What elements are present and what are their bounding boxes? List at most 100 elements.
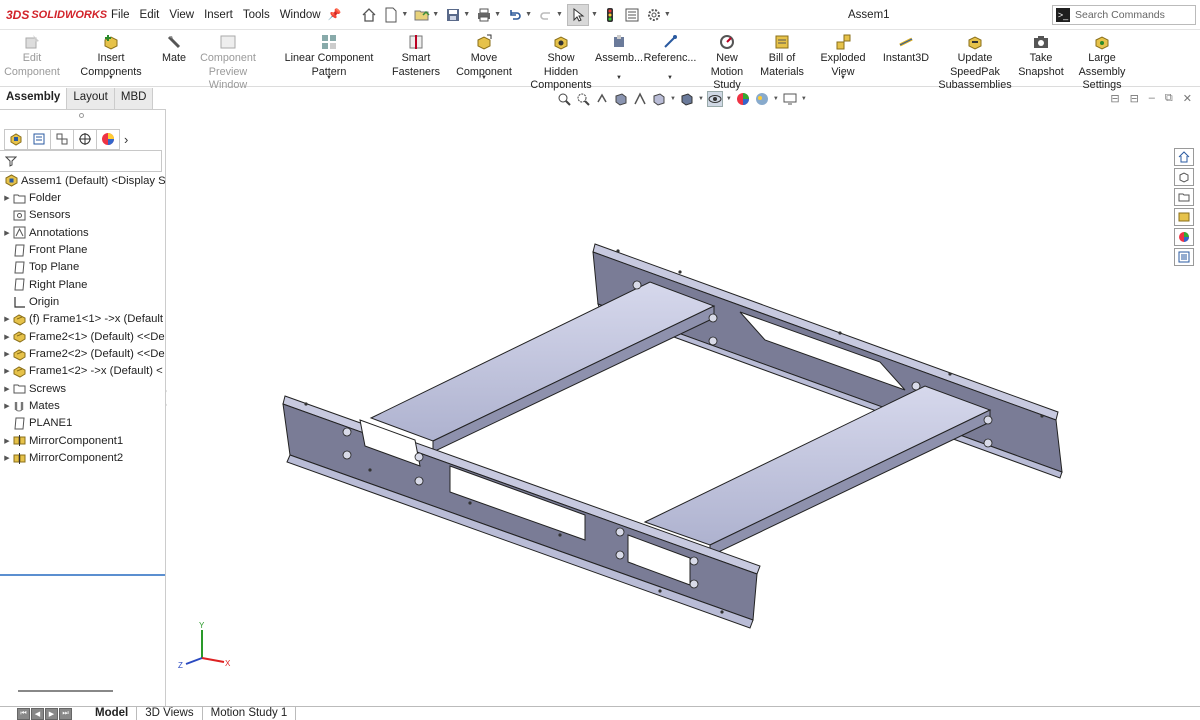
update-speedpak-button[interactable]: Update SpeedPak Subassemblies (932, 31, 1018, 91)
chevron-down-icon[interactable]: ▼ (698, 96, 704, 102)
chevron-down-icon[interactable]: ▼ (801, 96, 807, 102)
display-style-button[interactable] (679, 91, 695, 107)
tree-item[interactable]: ▶ Frame2<1> (Default) <<De (0, 328, 166, 345)
expand-arrow-icon[interactable]: ▶ (2, 333, 12, 341)
tree-item[interactable]: ▶ Frame2<2> (Default) <<De (0, 345, 166, 362)
undo-button[interactable]: ▼ (505, 4, 534, 26)
search-commands-box[interactable]: >_ Search Commands (1052, 5, 1196, 25)
tree-item[interactable]: Sensors (0, 207, 166, 224)
tree-item[interactable]: ▶ Annotations (0, 224, 166, 241)
view-settings-button[interactable] (782, 91, 798, 107)
hide-show-items-button[interactable] (706, 91, 723, 107)
tree-item[interactable]: ▶ MirrorComponent1 (0, 432, 166, 449)
task-pane-design-library[interactable] (1174, 188, 1194, 206)
show-hidden-button[interactable]: Show Hidden Components (528, 31, 594, 91)
menu-insert[interactable]: Insert (199, 9, 238, 21)
tree-item[interactable]: Front Plane (0, 241, 166, 258)
last-tab-icon[interactable]: ⏭ (59, 707, 72, 720)
rollback-bar[interactable] (0, 574, 165, 576)
tree-item[interactable]: ▶ Folder (0, 189, 166, 206)
select-button[interactable] (566, 3, 589, 26)
view-orientation-button[interactable] (651, 91, 667, 107)
expand-arrow-icon[interactable]: ▶ (2, 315, 12, 323)
task-pane-appearances[interactable] (1174, 228, 1194, 246)
section-view-button[interactable] (613, 91, 629, 107)
panel-grip-handle[interactable] (79, 113, 84, 118)
cross-beam-left[interactable] (369, 281, 716, 453)
large-assembly-settings-button[interactable]: Large Assembly Settings (1064, 31, 1140, 91)
display-manager-tab[interactable] (96, 128, 120, 150)
assembly-model[interactable] (167, 110, 1200, 706)
linear-pattern-button[interactable]: Linear Component Pattern ▼ (266, 31, 392, 86)
chevron-down-icon[interactable]: ▼ (773, 96, 779, 102)
pin-icon[interactable]: 📌 (328, 8, 342, 21)
tree-item[interactable]: ▶ Frame1<2> ->x (Default) < (0, 363, 166, 380)
restore-icon[interactable]: ⧉ (1165, 92, 1173, 105)
tab-model[interactable]: Model (87, 707, 136, 720)
previous-view-button[interactable] (594, 91, 610, 107)
chevron-right-icon[interactable]: › (124, 132, 128, 147)
chevron-down-icon[interactable]: ▼ (726, 96, 732, 102)
edit-component-button[interactable]: Edit Component (0, 31, 64, 86)
reference-geometry-button[interactable]: Referenc... ▼ (644, 31, 696, 86)
smart-fasteners-button[interactable]: Smart Fasteners (392, 31, 440, 86)
prev-tab-icon[interactable]: ◀ (31, 707, 44, 720)
menu-view[interactable]: View (164, 9, 199, 21)
rebuild-button[interactable] (600, 4, 620, 26)
save-button[interactable]: ▼ (443, 4, 472, 26)
exploded-view-button[interactable]: Exploded View ▼ (806, 31, 880, 86)
split-view-icon[interactable]: ⊟ (1110, 92, 1119, 105)
split-view-icon[interactable]: ⊟ (1130, 92, 1139, 105)
menu-tools[interactable]: Tools (238, 9, 275, 21)
bill-of-materials-button[interactable]: Bill of Materials (758, 31, 806, 86)
component-preview-button[interactable]: Component Preview Window (190, 31, 266, 91)
chevron-down-icon[interactable]: ▼ (667, 72, 673, 86)
minimize-icon[interactable]: – (1149, 92, 1155, 105)
dimxpert-manager-tab[interactable] (73, 128, 97, 150)
move-component-button[interactable]: Move Component ▼ (440, 31, 528, 86)
task-pane-file-explorer[interactable] (1174, 208, 1194, 226)
print-button[interactable]: ▼ (474, 4, 503, 26)
tree-filter[interactable] (0, 150, 162, 172)
new-motion-study-button[interactable]: New Motion Study (696, 31, 758, 91)
assembly-features-button[interactable]: Assemb... ▼ (594, 31, 644, 86)
tab-motion-study[interactable]: Motion Study 1 (201, 707, 297, 720)
chevron-down-icon[interactable]: ▼ (481, 72, 487, 86)
expand-arrow-icon[interactable]: ▶ (2, 437, 12, 445)
configuration-manager-tab[interactable] (50, 128, 74, 150)
expand-arrow-icon[interactable]: ▶ (2, 194, 12, 202)
property-manager-tab[interactable] (27, 128, 51, 150)
chevron-down-icon[interactable]: ▼ (670, 96, 676, 102)
chevron-down-icon[interactable]: ▼ (616, 72, 622, 86)
chevron-down-icon[interactable]: ▼ (108, 72, 114, 86)
instant3d-button[interactable]: Instant3D (880, 31, 932, 86)
close-icon[interactable]: ✕ (1183, 92, 1192, 105)
tab-layout[interactable]: Layout (67, 88, 115, 109)
tab-3d-views[interactable]: 3D Views (136, 707, 201, 720)
expand-arrow-icon[interactable]: ▶ (2, 229, 12, 237)
expand-arrow-icon[interactable]: ▶ (2, 454, 12, 462)
edit-appearance-button[interactable] (735, 91, 751, 107)
solidworks-logo[interactable]: 3DS SOLIDWORKS (6, 8, 107, 22)
cross-beam-right[interactable] (643, 385, 992, 557)
graphics-area[interactable] (167, 110, 1200, 706)
tree-item[interactable]: Top Plane (0, 259, 166, 276)
tree-item[interactable]: Origin (0, 293, 166, 310)
menu-edit[interactable]: Edit (135, 9, 165, 21)
new-document-button[interactable]: ▼ (381, 4, 410, 26)
expand-arrow-icon[interactable]: ▶ (2, 402, 12, 410)
chevron-down-icon[interactable]: ▼ (840, 72, 846, 86)
tab-mbd[interactable]: MBD (114, 88, 154, 109)
chevron-down-icon[interactable]: ▼ (591, 11, 598, 18)
insert-components-button[interactable]: Insert Components ▼ (64, 31, 158, 86)
tree-item[interactable]: ▶ Screws (0, 380, 166, 397)
tree-item[interactable]: PLANE1 (0, 415, 166, 432)
open-button[interactable]: ▼ (412, 4, 441, 26)
expand-arrow-icon[interactable]: ▶ (2, 350, 12, 358)
mate-button[interactable]: Mate (158, 31, 190, 86)
file-properties-button[interactable] (622, 4, 642, 26)
apply-scene-button[interactable] (754, 91, 770, 107)
chevron-down-icon[interactable]: ▼ (326, 72, 332, 86)
feature-manager-tab[interactable] (4, 128, 28, 150)
task-pane-home[interactable] (1174, 148, 1194, 166)
